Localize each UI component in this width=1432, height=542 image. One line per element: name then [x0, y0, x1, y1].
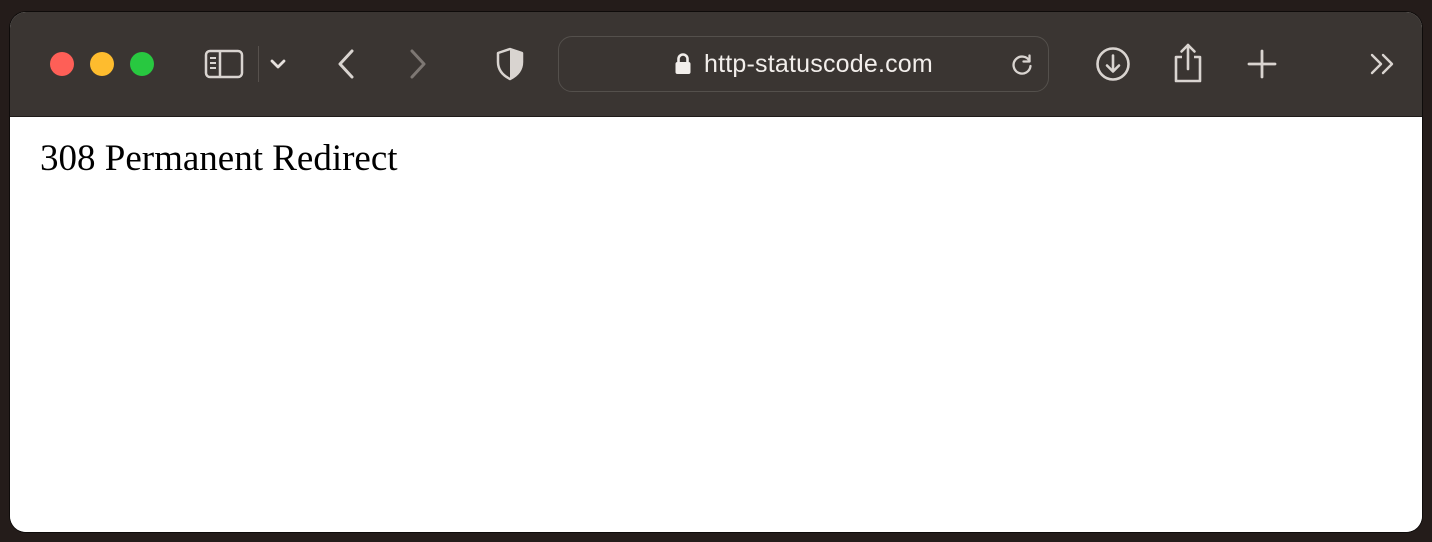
- back-button[interactable]: [328, 44, 364, 84]
- reload-icon: [1012, 54, 1032, 75]
- chevron-down-icon: [270, 59, 286, 69]
- zoom-window-button[interactable]: [130, 52, 154, 76]
- shield-icon: [496, 47, 524, 81]
- chevron-left-icon: [338, 49, 354, 79]
- sidebar-menu-button[interactable]: [266, 50, 290, 78]
- share-icon: [1174, 43, 1202, 83]
- url-text: http-statuscode.com: [704, 49, 933, 78]
- minimize-window-button[interactable]: [90, 52, 114, 76]
- download-icon: [1096, 47, 1130, 81]
- new-tab-button[interactable]: [1242, 44, 1282, 84]
- browser-toolbar: http-statuscode.com: [10, 12, 1422, 117]
- toolbar-divider: [258, 46, 259, 82]
- page-content: 308 Permanent Redirect: [10, 117, 1422, 532]
- double-chevron-right-icon: [1370, 53, 1394, 75]
- sidebar-toggle-button[interactable]: [200, 44, 248, 84]
- forward-button[interactable]: [400, 44, 436, 84]
- plus-icon: [1247, 49, 1277, 79]
- reload-button[interactable]: [1008, 51, 1036, 79]
- address-bar-content: http-statuscode.com: [559, 37, 1048, 91]
- address-bar[interactable]: http-statuscode.com: [558, 36, 1049, 92]
- browser-window: http-statuscode.com 308 Permanent Redire…: [10, 12, 1422, 532]
- lock-icon: [674, 52, 692, 76]
- page-heading: 308 Permanent Redirect: [40, 138, 398, 179]
- chevron-right-icon: [410, 49, 426, 79]
- toolbar-overflow-button[interactable]: [1365, 46, 1401, 82]
- privacy-report-button[interactable]: [490, 44, 530, 84]
- sidebar-icon: [204, 49, 244, 79]
- downloads-button[interactable]: [1093, 44, 1133, 84]
- close-window-button[interactable]: [50, 52, 74, 76]
- share-button[interactable]: [1168, 40, 1208, 86]
